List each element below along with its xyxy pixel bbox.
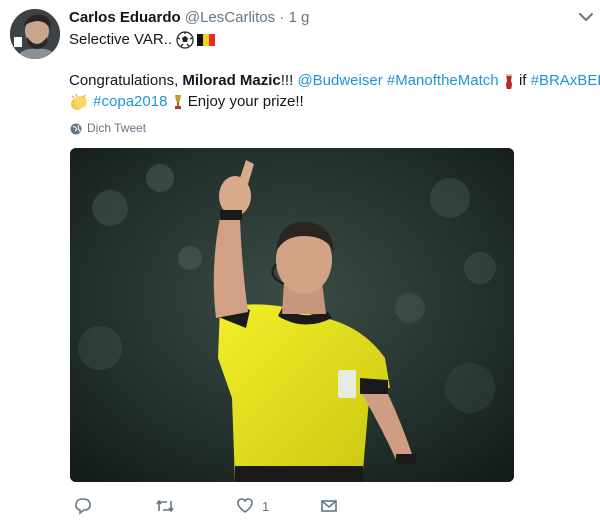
chevron-down-icon[interactable] [577,10,595,24]
header-separator: · [275,9,289,26]
clapping-hands-icon [71,93,87,111]
envelope-icon [321,500,337,512]
hashtag-manofthematch[interactable]: #ManoftheMatch [387,72,499,89]
tweet-text-selective: Selective VAR.. [69,31,177,48]
translate-label: Dịch Tweet [87,121,147,135]
text-congratulations: Congratulations, [69,72,183,89]
translate-tweet-link[interactable]: Dịch Tweet [70,121,146,136]
direct-message-button[interactable] [320,497,346,515]
tweet-text-line-3: #copa2018 Enjoy your prize!! [69,93,304,111]
like-button[interactable]: 1 [236,497,269,515]
tweet-text-line-1: Selective VAR.. [69,31,216,49]
text-referee-name: Milorad Mazic [182,72,281,89]
belgium-flag-icon [197,34,216,47]
heart-icon [237,498,253,513]
user-handle[interactable]: @LesCarlitos [185,9,275,26]
globe-icon [70,123,82,134]
hashtag-braxbel[interactable]: #BRAxBEL [531,72,600,89]
retweet-icon [156,500,174,512]
text-exclaim: !!! [280,72,298,89]
reply-button[interactable] [74,497,100,515]
display-name[interactable]: Carlos Eduardo [69,9,181,26]
text-if: if [518,72,531,89]
soccer-ball-icon [176,31,194,49]
reply-icon [75,498,91,515]
tweet-header: Carlos Eduardo @LesCarlitos · 1 g [69,9,309,27]
like-count: 1 [262,498,270,514]
beer-glass-icon [505,74,512,90]
avatar[interactable] [10,9,60,59]
tweet-photo-referee[interactable] [70,148,514,482]
mention-budweiser[interactable]: @Budweiser [297,72,382,89]
text-enjoy: Enjoy your prize!! [187,93,304,110]
tweet-actions: 1 [70,497,370,519]
tweet-text-line-2: Congratulations, Milorad Mazic!!! @Budwe… [69,72,600,90]
retweet-button[interactable] [154,497,184,515]
timestamp[interactable]: 1 g [288,9,309,26]
hashtag-copa2018[interactable]: #copa2018 [93,93,167,110]
trophy-icon [174,95,181,110]
